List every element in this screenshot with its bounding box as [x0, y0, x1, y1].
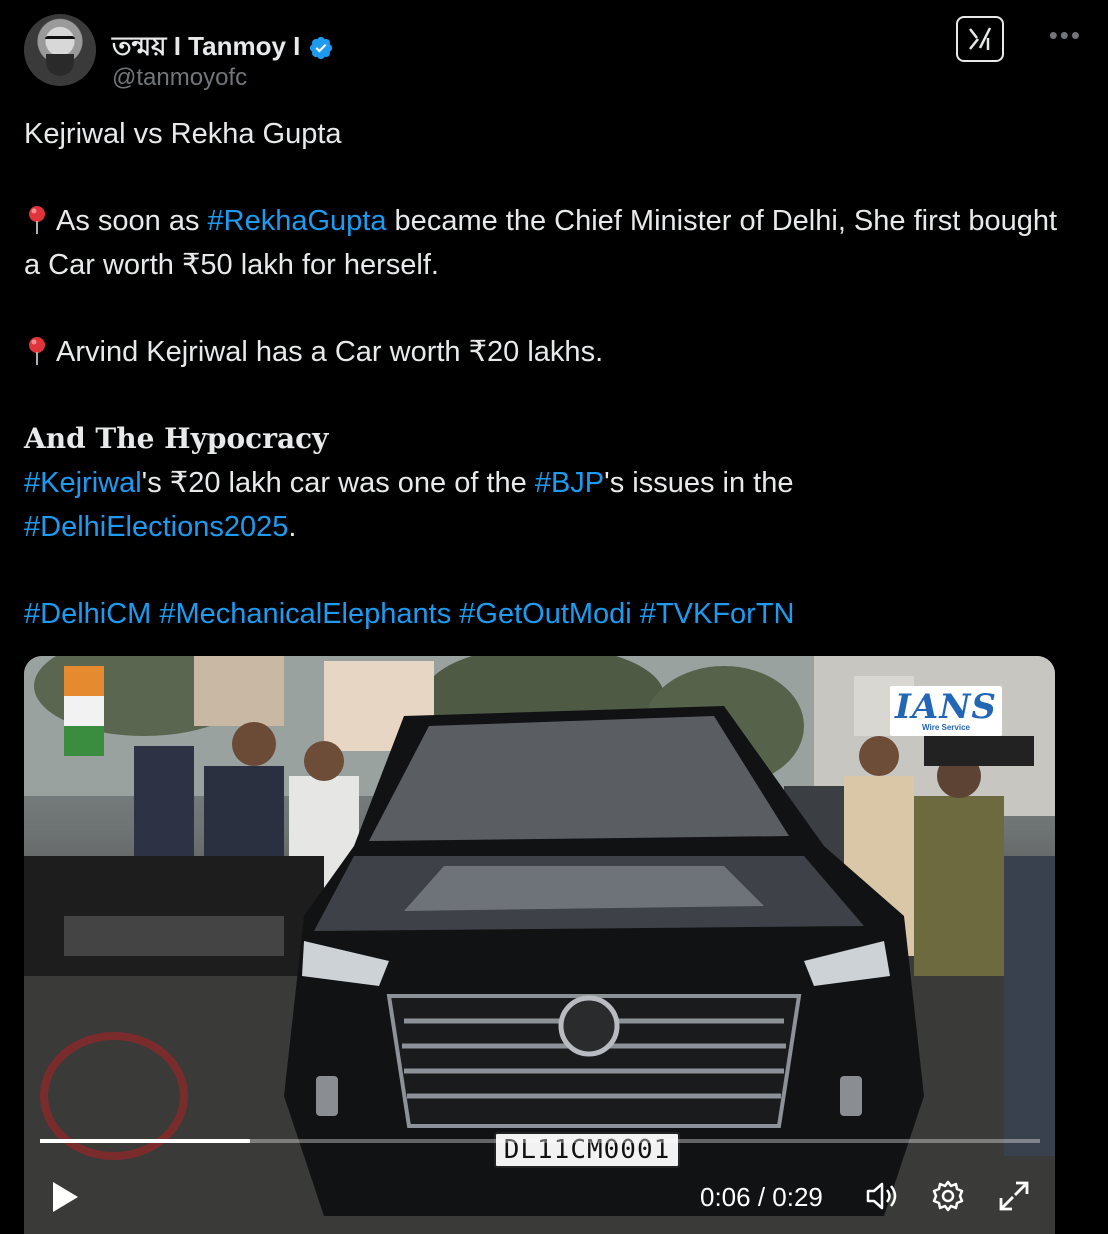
tweet-line-title: Kejriwal vs Rekha Gupta: [24, 118, 342, 150]
hashtag-link[interactable]: #TVKForTN: [640, 598, 795, 630]
tweet-paragraph-2: Arvind Kejriwal has a Car worth ₹20 lakh…: [24, 330, 1064, 374]
gear-icon[interactable]: [930, 1178, 966, 1214]
more-icon[interactable]: •••: [1049, 20, 1082, 51]
hashtag-link[interactable]: #DelhiCM: [24, 598, 151, 630]
hashtag-link[interactable]: #GetOutModi: [459, 598, 631, 630]
hashtag-link[interactable]: #MechanicalElephants: [159, 598, 451, 630]
video-progress-fill: [40, 1139, 250, 1143]
tweet-header: তন্ময় I Tanmoy I @tanmoyofc •••: [24, 14, 1084, 91]
hashtag-link[interactable]: #DelhiElections2025: [24, 511, 288, 543]
verified-badge-icon: [310, 36, 333, 60]
hashtag-link[interactable]: #BJP: [535, 467, 604, 499]
hashtag-link[interactable]: #Kejriwal: [24, 467, 142, 499]
video-controls: 0:06 / 0:29: [24, 1164, 1055, 1224]
avatar-beard: [46, 54, 74, 76]
expand-icon[interactable]: [996, 1178, 1032, 1214]
video-time: 0:06 / 0:29: [700, 1182, 823, 1212]
volume-icon[interactable]: [864, 1178, 900, 1214]
round-pushpin-icon: [29, 337, 45, 365]
avatar-glasses: [45, 36, 75, 45]
tweet-tags: #DelhiCM #MechanicalElephants #GetOutMod…: [24, 592, 1064, 636]
play-icon[interactable]: [50, 1180, 80, 1214]
video-player[interactable]: IANS Wire Service DL11CM0001 0:06 / 0:29: [24, 656, 1055, 1234]
tweet-paragraph-1: As soon as #RekhaGupta became the Chief …: [24, 205, 1058, 281]
avatar[interactable]: [24, 14, 96, 86]
ians-watermark-logo: IANS Wire Service: [890, 686, 1002, 736]
tweet-heading: And The Hypocracy: [24, 422, 329, 455]
tweet-text: Kejriwal vs Rekha Gupta As soon as #Rekh…: [24, 112, 1064, 636]
tweet-paragraph-3: #Kejriwal's ₹20 lakh car was one of the …: [24, 467, 794, 543]
handle[interactable]: @tanmoyofc: [112, 64, 247, 92]
grok-button[interactable]: [956, 16, 1004, 62]
round-pushpin-icon: [29, 206, 45, 234]
hashtag-link[interactable]: #RekhaGupta: [208, 205, 387, 237]
video-progress-bar[interactable]: [40, 1139, 1040, 1143]
grok-icon: [969, 27, 992, 50]
license-plate: DL11CM0001: [494, 1132, 680, 1168]
